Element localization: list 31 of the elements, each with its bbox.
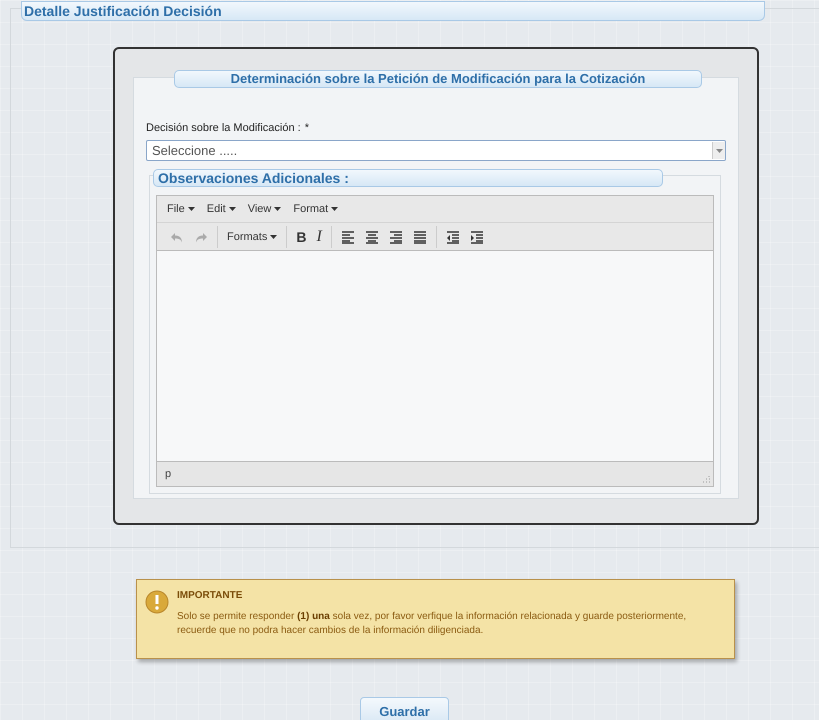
resize-grip-icon (702, 475, 710, 483)
align-left-icon (340, 230, 355, 244)
caret-icon (188, 207, 195, 211)
form-title: Determinación sobre la Petición de Modificación para la Cotización (174, 70, 702, 88)
menu-item[interactable]: File (163, 201, 199, 217)
dropdown-arrow-icon (716, 148, 722, 152)
menu-item[interactable]: Edit (202, 201, 240, 217)
formats-menu[interactable]: Formats (222, 228, 282, 244)
required-mark: * (304, 122, 309, 134)
caret-icon (331, 207, 338, 211)
field-label: Decisión sobre la Modificación : (146, 122, 301, 134)
element-path: p (165, 468, 172, 480)
align-right-icon (388, 230, 403, 244)
observations-title: Observaciones Adicionales : (153, 169, 663, 187)
decision-select[interactable]: Seleccione ..... (146, 140, 726, 161)
caret-icon (270, 234, 278, 238)
justify-icon (412, 230, 427, 244)
bold-button[interactable]: B (291, 226, 312, 246)
caret-icon (274, 207, 282, 211)
indent-icon (470, 230, 484, 244)
outdent-icon (446, 230, 460, 244)
align-center-icon (364, 230, 379, 244)
notice-title: IMPORTANTE (177, 590, 244, 601)
caret-icon (228, 207, 236, 211)
section-title: Detalle Justificación Decisión (21, 1, 765, 21)
italic-button[interactable]: I (311, 226, 327, 248)
menu-item[interactable]: View (244, 201, 286, 217)
exclamation-icon (145, 590, 169, 614)
save-button[interactable]: Guardar (360, 697, 449, 720)
notice-text: Solo se permite responder (1) una sola vez, por favor verfique la información relacionada y guarde posteriormente, recuerde que no podra hacer cambios de la información diligenciada. (177, 610, 688, 638)
menu-item[interactable]: Format (289, 201, 342, 217)
